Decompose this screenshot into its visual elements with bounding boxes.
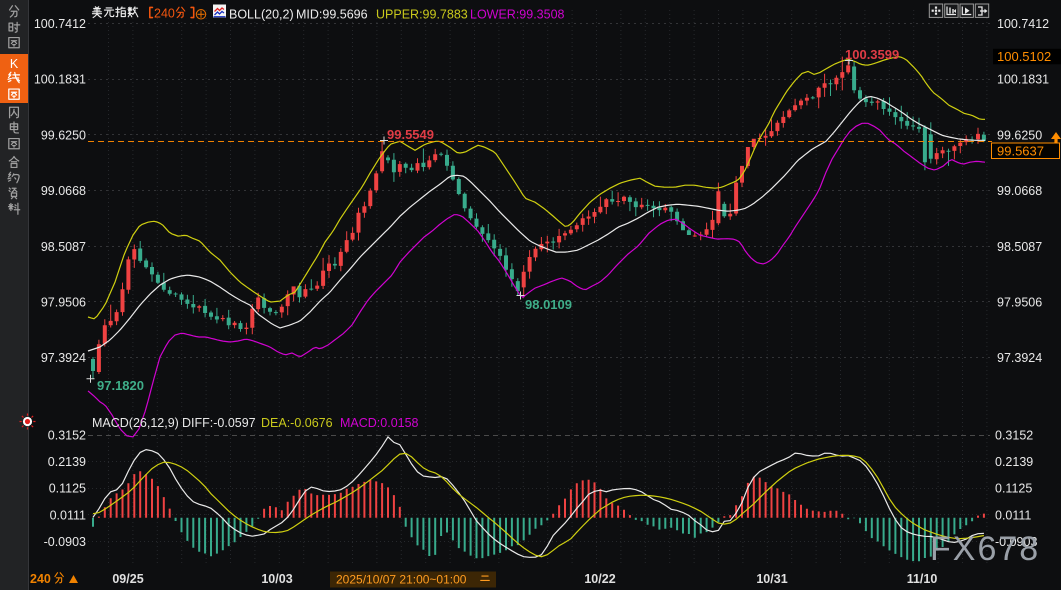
svg-text:0.3152: 0.3152 [995,429,1033,443]
svg-text:98.5087: 98.5087 [997,240,1042,254]
svg-text:0.0111: 0.0111 [995,508,1031,522]
svg-text:MACD(26,12,9): MACD(26,12,9) [92,416,179,430]
svg-text:0.2139: 0.2139 [48,455,86,469]
svg-text:0.1125: 0.1125 [49,482,86,496]
svg-text:100.1831: 100.1831 [997,73,1049,87]
svg-text:BOLL(20,2): BOLL(20,2) [229,8,294,22]
svg-text:100.7412: 100.7412 [997,17,1049,31]
svg-text:99.6250: 99.6250 [997,128,1042,142]
svg-text:100.1831: 100.1831 [34,73,86,87]
svg-text:09/25: 09/25 [112,572,143,586]
svg-text:100.3599: 100.3599 [845,47,899,62]
svg-text:UPPER:99.7883: UPPER:99.7883 [376,8,468,22]
svg-text:DIFF:-0.0597: DIFF:-0.0597 [182,416,256,430]
svg-text:0.2139: 0.2139 [995,455,1033,469]
svg-text:97.3924: 97.3924 [41,351,86,365]
svg-text:2025/10/07 21:00~01:00: 2025/10/07 21:00~01:00 [336,573,467,587]
svg-text:97.1820: 97.1820 [97,378,144,393]
svg-text:DEA:-0.0676: DEA:-0.0676 [261,416,333,430]
svg-text:-0.0903: -0.0903 [44,535,86,549]
svg-text:97.3924: 97.3924 [997,351,1042,365]
svg-text:99.0668: 99.0668 [41,184,86,198]
svg-text:100.5102: 100.5102 [997,49,1051,64]
svg-text:100.7412: 100.7412 [34,17,86,31]
svg-text:98.5087: 98.5087 [41,240,86,254]
svg-text:99.0668: 99.0668 [997,184,1042,198]
svg-text:97.9506: 97.9506 [41,295,86,309]
svg-text:11/10: 11/10 [907,572,938,586]
svg-text:99.5549: 99.5549 [387,127,434,142]
svg-text:0.0111: 0.0111 [50,508,86,522]
svg-text:MID:99.5696: MID:99.5696 [296,8,368,22]
svg-text:10/03: 10/03 [261,572,292,586]
svg-text:98.0109: 98.0109 [525,297,572,312]
svg-text:K: K [10,57,19,71]
svg-text:MACD:0.0158: MACD:0.0158 [340,416,419,430]
svg-text:0.3152: 0.3152 [48,429,86,443]
svg-text:LOWER:99.3508: LOWER:99.3508 [470,8,565,22]
svg-text:0.1125: 0.1125 [995,482,1032,496]
svg-text:10/31: 10/31 [756,572,787,586]
svg-text:99.6250: 99.6250 [41,128,86,142]
svg-text:240: 240 [154,7,175,21]
svg-text:97.9506: 97.9506 [997,295,1042,309]
svg-text:240: 240 [30,572,51,586]
svg-text:99.5637: 99.5637 [997,144,1044,159]
svg-text:10/22: 10/22 [584,572,615,586]
svg-text:FX678: FX678 [930,530,1040,568]
